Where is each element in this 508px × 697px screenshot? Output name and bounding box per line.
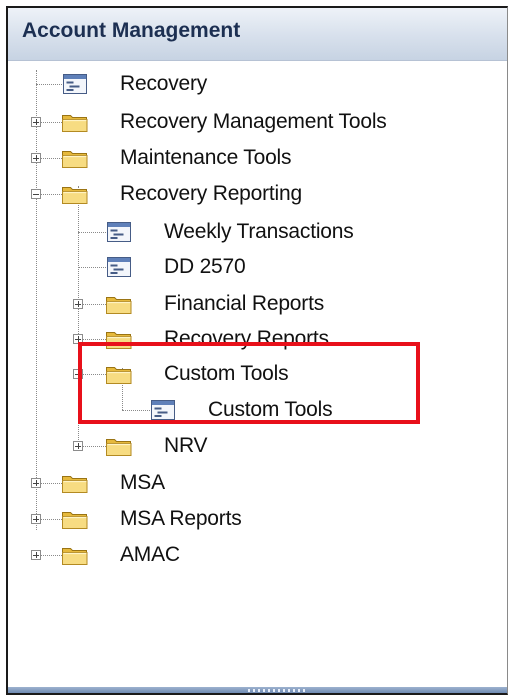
tree-connector (83, 446, 106, 447)
folder-icon (61, 544, 89, 566)
highlight-box (78, 342, 420, 424)
tree-connector (41, 519, 62, 520)
folder-icon (61, 508, 89, 530)
expand-plus-icon[interactable] (31, 117, 41, 127)
tree-item-label: Financial Reports (164, 292, 325, 315)
expand-plus-icon[interactable] (31, 478, 41, 488)
tree-connector (41, 122, 62, 123)
tree-connector (41, 555, 62, 556)
expand-plus-icon[interactable] (73, 299, 83, 309)
tree-connector (83, 339, 106, 340)
expand-plus-icon[interactable] (31, 514, 41, 524)
tree-connector (36, 84, 62, 85)
tree-connector (83, 304, 106, 305)
tree-item-label: DD 2570 (164, 255, 246, 278)
folder-icon (61, 147, 89, 169)
navigation-tree: Recovery Recovery Management Tools Maint… (8, 60, 507, 680)
folder-icon (105, 293, 133, 315)
tree-item-label: AMAC (120, 543, 180, 566)
tree-connector (78, 267, 106, 268)
tree-connector (41, 483, 62, 484)
panel-title: Account Management (22, 19, 241, 42)
tree-item-label: Maintenance Tools (120, 146, 292, 169)
resize-grip-icon[interactable] (248, 689, 308, 692)
folder-icon (105, 435, 133, 457)
collapse-minus-icon[interactable] (31, 189, 41, 199)
tree-item-label: Recovery Reporting (120, 182, 302, 205)
tree-item-label: MSA Reports (120, 507, 242, 530)
folder-icon (61, 111, 89, 133)
tree-item-label: MSA (120, 471, 165, 494)
expand-plus-icon[interactable] (31, 550, 41, 560)
tree-item-label: Recovery (120, 72, 208, 95)
tree-item-label: NRV (164, 434, 208, 457)
report-page-icon (105, 221, 133, 243)
folder-icon (61, 472, 89, 494)
tree-connector (41, 194, 62, 195)
account-management-panel: Account Management Recovery Recovery Man… (6, 6, 508, 695)
report-page-icon (61, 73, 89, 95)
panel-bottom-bar (8, 687, 507, 693)
tree-item-label: Weekly Transactions (164, 220, 354, 243)
tree-connector (41, 158, 62, 159)
expand-plus-icon[interactable] (31, 153, 41, 163)
tree-connector (78, 232, 106, 233)
folder-open-icon (61, 183, 89, 205)
report-page-icon (105, 256, 133, 278)
panel-header: Account Management (8, 8, 507, 61)
expand-plus-icon[interactable] (73, 441, 83, 451)
tree-connector (36, 70, 37, 530)
tree-item-label: Recovery Management Tools (120, 110, 387, 133)
